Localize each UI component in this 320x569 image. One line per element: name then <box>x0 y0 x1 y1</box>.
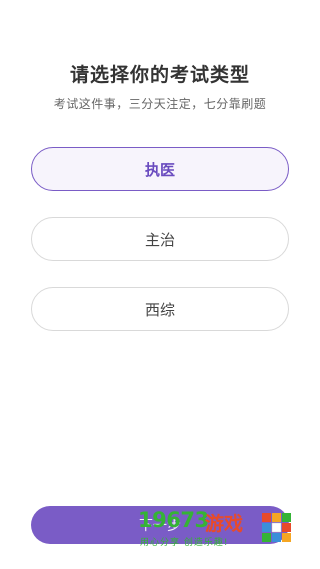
next-button-label: 下一步 <box>139 518 181 534</box>
page-title: 请选择你的考试类型 <box>69 64 250 86</box>
option-zhuzhi[interactable]: 主治 <box>31 217 289 261</box>
exam-type-screen: 请选择你的考试类型 考试这件事，三分天注定，七分靠刷题 执医 主治 西综 下一步… <box>0 0 320 569</box>
option-zhiyi[interactable]: 执医 <box>31 147 289 191</box>
option-label: 主治 <box>144 230 175 249</box>
option-xizong[interactable]: 西综 <box>31 287 289 331</box>
page-subtitle: 考试这件事，三分天注定，七分靠刷题 <box>53 97 267 111</box>
option-label: 执医 <box>144 160 175 179</box>
option-label: 西综 <box>144 300 175 319</box>
next-button[interactable]: 下一步 <box>31 506 289 544</box>
